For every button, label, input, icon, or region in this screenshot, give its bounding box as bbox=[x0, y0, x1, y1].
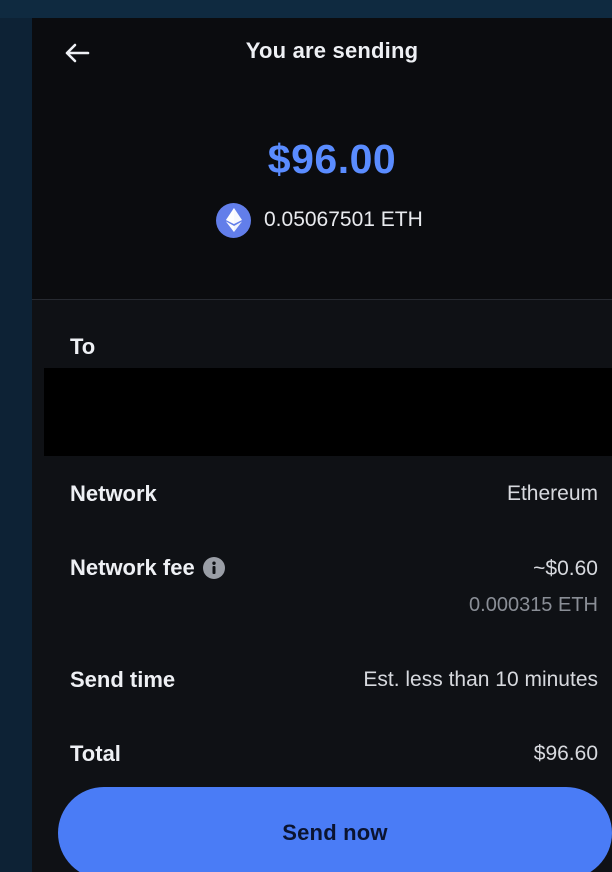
total-value: $96.60 bbox=[533, 742, 598, 765]
send-time-label: Send time bbox=[70, 667, 176, 692]
page-title: You are sending bbox=[245, 38, 419, 63]
crypto-amount: 0.05067501 ETH bbox=[216, 202, 423, 238]
ethereum-icon bbox=[216, 202, 251, 238]
network-label: Network bbox=[70, 481, 157, 506]
top-bar: You are sending bbox=[32, 18, 612, 88]
recipient-label: To bbox=[70, 334, 96, 359]
network-value: Ethereum bbox=[506, 482, 598, 505]
info-icon[interactable] bbox=[202, 557, 225, 579]
send-now-label: Send now bbox=[282, 820, 388, 845]
send-time-value: Est. less than 10 minutes bbox=[363, 668, 598, 691]
network-fee-label-row: Network fee bbox=[70, 555, 225, 581]
network-fee-crypto: 0.000315 ETH bbox=[469, 594, 598, 616]
window-backdrop bbox=[0, 0, 612, 18]
network-fee-label: Network fee bbox=[70, 555, 195, 580]
send-now-button[interactable]: Send now bbox=[58, 787, 612, 872]
send-confirmation-screen: You are sending $96.00 0.05067501 ETH To… bbox=[32, 18, 612, 872]
crypto-value: 0.05067501 ETH bbox=[264, 208, 423, 231]
recipient-address-redacted bbox=[44, 368, 612, 456]
fiat-amount: $96.00 bbox=[267, 136, 397, 182]
network-fee-value: ~$0.60 bbox=[533, 557, 598, 580]
total-label: Total bbox=[70, 741, 121, 766]
